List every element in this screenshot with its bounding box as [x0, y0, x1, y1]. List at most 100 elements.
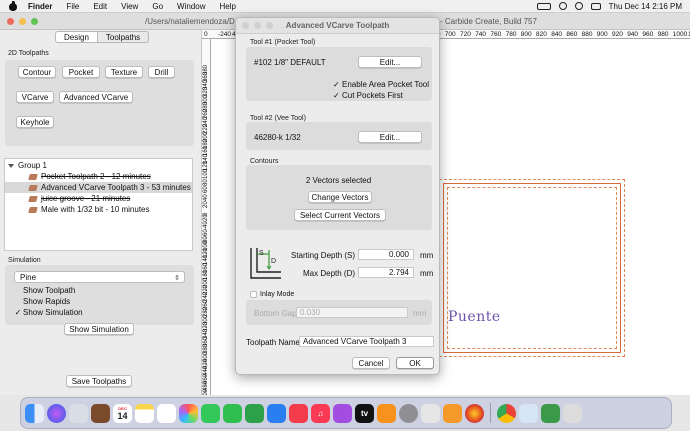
- tool1-label: Tool #1 (Pocket Tool): [250, 39, 316, 46]
- canvas-text-puente[interactable]: Puente: [448, 309, 501, 325]
- starting-depth-unit: mm: [420, 251, 434, 260]
- control-center-icon[interactable]: [590, 2, 601, 10]
- section-2d-toolpaths: 2D Toolpaths: [8, 50, 49, 57]
- keynote-icon[interactable]: [267, 403, 286, 423]
- ok-button[interactable]: OK: [396, 357, 434, 369]
- menu-app-name[interactable]: Finder: [28, 2, 52, 11]
- tree-item-label: Advanced VCarve Toolpath 3 - 53 minutes: [41, 183, 191, 192]
- ruler-top-label: -240: [218, 31, 232, 38]
- notes-icon[interactable]: [135, 403, 154, 423]
- messages-icon[interactable]: [201, 403, 220, 423]
- checkmark-icon: ✓: [333, 91, 340, 100]
- panel-tabs: Design Toolpaths: [55, 31, 150, 43]
- toolpath-icon: [28, 195, 38, 202]
- show-rapids-checkbox[interactable]: Show Rapids: [14, 296, 70, 306]
- tool1-name: #102 1/8" DEFAULT: [254, 58, 326, 67]
- close-window-button[interactable]: [7, 18, 14, 25]
- menu-file[interactable]: File: [66, 2, 79, 11]
- tree-item-pocket-toolpath-2[interactable]: Pocket Toolpath 2 - 12 minutes: [5, 171, 192, 182]
- firefox-icon[interactable]: [465, 403, 484, 423]
- toolpath-icon: [28, 184, 38, 191]
- material-select-value: Pine: [20, 272, 37, 282]
- menu-window[interactable]: Window: [177, 2, 205, 11]
- starting-depth-input[interactable]: 0.000: [358, 249, 414, 260]
- menu-clock[interactable]: Thu Dec 14 2:16 PM: [609, 2, 682, 11]
- tree-group-row[interactable]: Group 1: [5, 160, 192, 171]
- dialog-title: Advanced VCarve Toolpath: [285, 21, 390, 30]
- trash-icon[interactable]: [563, 403, 582, 423]
- enable-area-pocket-checkbox[interactable]: ✓ Enable Area Pocket Tool: [333, 80, 429, 89]
- tool2-edit-button[interactable]: Edit...: [358, 131, 422, 143]
- search-icon[interactable]: [574, 2, 583, 10]
- drill-button[interactable]: Drill: [148, 66, 175, 78]
- bottom-gap-unit: mm: [413, 309, 427, 318]
- material-select[interactable]: Pine ⇳: [14, 271, 185, 283]
- apple-icon[interactable]: [8, 1, 18, 11]
- change-vectors-button[interactable]: Change Vectors: [308, 191, 372, 203]
- music-icon[interactable]: ♫: [311, 403, 330, 423]
- carbide-create-icon[interactable]: [421, 403, 440, 423]
- max-depth-input[interactable]: 2.794: [358, 267, 414, 278]
- calendar-icon[interactable]: DEC 14: [113, 403, 132, 423]
- vcarve-button[interactable]: VCarve: [16, 91, 54, 103]
- ruler-left-label: 20: [203, 201, 209, 209]
- wifi-icon[interactable]: [558, 2, 567, 10]
- siri-icon[interactable]: [47, 403, 66, 423]
- show-simulation-checkbox[interactable]: ✓ Show Simulation: [14, 307, 83, 317]
- minimize-window-button[interactable]: [19, 18, 26, 25]
- podcasts-icon[interactable]: [333, 403, 352, 423]
- ruler-top-label: 900: [596, 31, 608, 38]
- show-simulation-button[interactable]: Show Simulation: [64, 323, 134, 335]
- tree-item-advanced-vcarve-3[interactable]: Advanced VCarve Toolpath 3 - 53 minutes: [5, 182, 192, 193]
- tool1-edit-button[interactable]: Edit...: [358, 56, 422, 68]
- checkbox-empty-icon: [250, 291, 257, 298]
- menu-help[interactable]: Help: [219, 2, 235, 11]
- system-settings-icon[interactable]: [399, 403, 418, 423]
- reminders-icon[interactable]: [157, 403, 176, 423]
- news-icon[interactable]: [289, 403, 308, 423]
- contour-button[interactable]: Contour: [18, 66, 56, 78]
- cut-pockets-first-checkbox[interactable]: ✓ Cut Pockets First: [333, 91, 403, 100]
- keyhole-button[interactable]: Keyhole: [16, 116, 54, 128]
- ruler-left-label: 100: [203, 168, 209, 179]
- menu-go[interactable]: Go: [152, 2, 163, 11]
- advanced-vcarve-button[interactable]: Advanced VCarve: [59, 91, 133, 103]
- cancel-button[interactable]: Cancel: [352, 357, 390, 369]
- chevron-updown-icon: ⇳: [174, 275, 180, 282]
- pocket-button[interactable]: Pocket: [62, 66, 100, 78]
- photos-icon[interactable]: [179, 403, 198, 423]
- bottom-gap-input[interactable]: 0.030: [296, 307, 408, 318]
- fusion-icon[interactable]: [443, 403, 462, 423]
- ruler-top-label: 0: [204, 31, 208, 38]
- tab-design[interactable]: Design: [55, 31, 98, 43]
- gyroflow-icon[interactable]: [541, 403, 560, 423]
- books-icon[interactable]: [377, 403, 396, 423]
- ruler-top-label: 820: [536, 31, 547, 38]
- window-title-path: /Users/nataliemendoza/D: [145, 17, 235, 26]
- inlay-mode-checkbox[interactable]: Inlay Mode: [250, 291, 294, 298]
- tab-toolpaths[interactable]: Toolpaths: [97, 31, 150, 43]
- tree-item-male-1-32[interactable]: Male with 1/32 bit - 10 minutes: [5, 204, 192, 215]
- enable-area-pocket-label: Enable Area Pocket Tool: [342, 80, 430, 89]
- facetime-icon[interactable]: [223, 403, 242, 423]
- show-toolpath-checkbox[interactable]: Show Toolpath: [14, 285, 75, 295]
- photo-booth-icon[interactable]: [91, 403, 110, 423]
- finder-icon[interactable]: [25, 403, 44, 423]
- numbers-icon[interactable]: [245, 403, 264, 423]
- diagram-s-label: S: [259, 250, 264, 257]
- zoom-window-button[interactable]: [31, 18, 38, 25]
- tv-icon[interactable]: tv: [355, 403, 374, 423]
- texture-button[interactable]: Texture: [105, 66, 143, 78]
- select-current-vectors-button[interactable]: Select Current Vectors: [294, 209, 386, 221]
- launchpad-icon[interactable]: [69, 403, 88, 423]
- tree-item-juice-groove[interactable]: juice groove - 21 minutes: [5, 193, 192, 204]
- save-toolpaths-button[interactable]: Save Toolpaths: [66, 375, 132, 387]
- menu-edit[interactable]: Edit: [93, 2, 107, 11]
- chevron-down-icon[interactable]: [8, 163, 14, 168]
- chrome-icon[interactable]: [497, 403, 516, 423]
- preview-icon[interactable]: [519, 403, 538, 423]
- menu-view[interactable]: View: [121, 2, 138, 11]
- battery-icon[interactable]: [536, 2, 551, 10]
- toolpath-name-input[interactable]: Advanced VCarve Toolpath 3: [299, 336, 434, 347]
- depth-diagram-icon: S D: [250, 248, 281, 279]
